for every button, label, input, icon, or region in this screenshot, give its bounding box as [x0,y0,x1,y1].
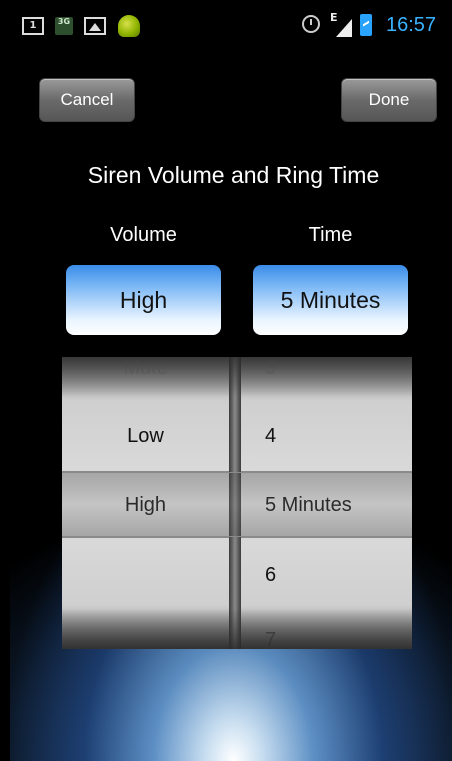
volume-wheel[interactable]: Mute Low High [62,357,229,649]
time-wheel[interactable]: 3 4 5 Minutes 6 7 [241,357,412,649]
alarm-icon [302,15,320,33]
time-option-7[interactable]: 7 [241,629,412,649]
status-time: 16:57 [386,14,437,36]
volume-label: Volume [110,224,177,246]
signal-icon: E [330,11,352,37]
selected-time-display[interactable]: 5 Minutes [253,265,408,335]
time-option-6[interactable]: 6 [241,564,412,587]
status-bar: 1 3G E 16:57 [10,0,452,50]
cancel-button[interactable]: Cancel [39,78,135,122]
time-option-5-minutes[interactable]: 5 Minutes [241,494,412,517]
battery-charging-icon [360,14,372,36]
app-screen: 1 3G E 16:57 Cancel Done Siren Volume an… [10,0,452,761]
time-label: Time [308,224,353,246]
picker-wheels[interactable]: Mute Low High 3 4 5 Minutes 6 7 [62,357,412,649]
android-icon [118,15,140,37]
3g-icon: 3G [55,17,73,35]
selected-volume-display[interactable]: High [66,265,221,335]
volume-option-high[interactable]: High [62,494,229,517]
signal-bars [336,19,352,37]
wheel-separator [241,471,412,472]
time-option-3[interactable]: 3 [241,357,412,380]
time-option-4[interactable]: 4 [241,425,412,448]
dialog-title: Siren Volume and Ring Time [87,162,380,188]
wheel-separator [241,537,412,538]
wheel-divider [229,357,241,649]
wheel-separator [62,471,229,472]
done-button[interactable]: Done [341,78,437,122]
volume-option-low[interactable]: Low [62,425,229,448]
volume-option-mute[interactable]: Mute [62,357,229,380]
wheel-separator [62,537,229,538]
image-icon [84,17,106,35]
notification-count-icon: 1 [22,17,44,35]
